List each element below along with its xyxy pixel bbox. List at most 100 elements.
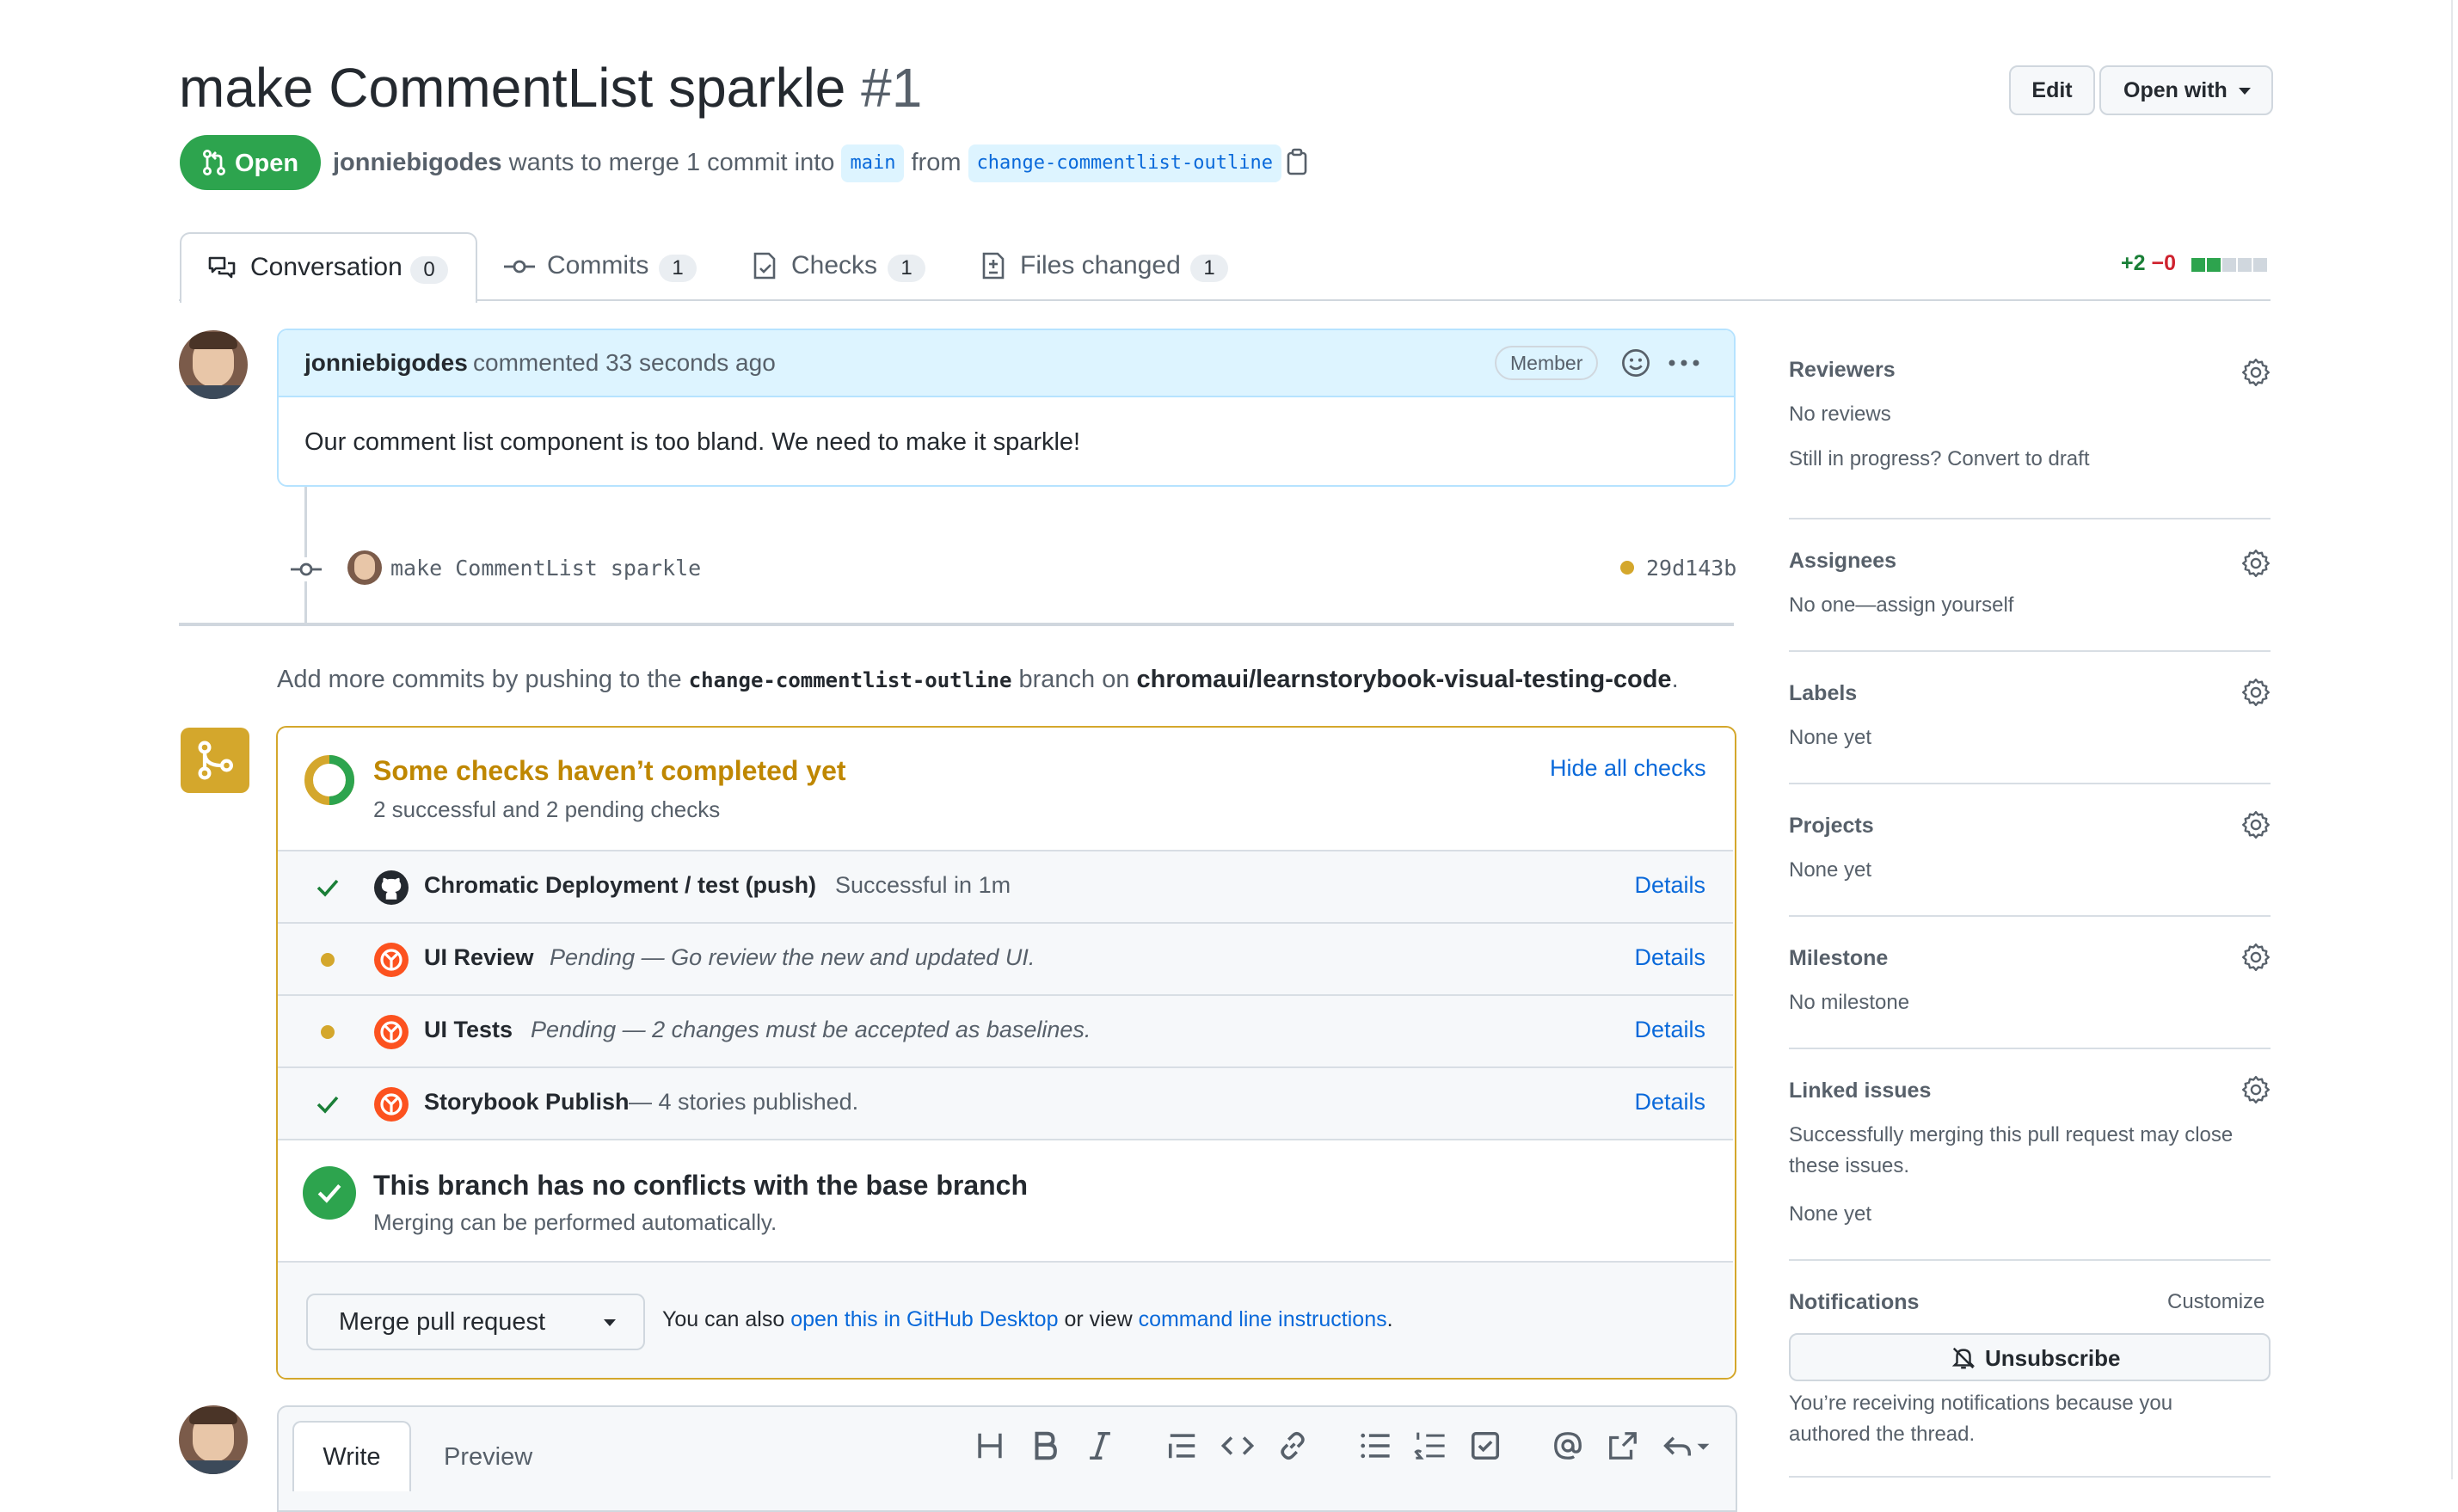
customize-notifications-link[interactable]: Customize: [2167, 1290, 2264, 1314]
bold-icon[interactable]: [1029, 1429, 1061, 1462]
hide-all-checks-link[interactable]: Hide all checks: [1550, 755, 1706, 782]
caret-down-icon: [604, 1319, 616, 1326]
merge-alt-middle: or view: [1064, 1307, 1133, 1331]
ordered-list-icon[interactable]: [1414, 1429, 1447, 1462]
merge-status-icon: [181, 728, 249, 793]
check-row: UI Tests Pending — 2 changes must be acc…: [278, 994, 1733, 1068]
check-details-link[interactable]: Details: [1634, 1017, 1705, 1043]
cross-reference-icon[interactable]: [1607, 1429, 1639, 1462]
tab-conversation[interactable]: Conversation 0: [180, 232, 477, 303]
check-name: Storybook Publish: [424, 1089, 630, 1115]
merge-pull-request-button[interactable]: Merge pull request: [306, 1294, 578, 1350]
check-description: Successful in 1m: [835, 872, 1011, 898]
pull-request-page: make CommentList sparkle #1 Edit Open wi…: [0, 0, 2458, 1512]
file-diff-icon: [982, 252, 1005, 280]
chromatic-icon: [374, 943, 409, 977]
checks-title: Some checks haven’t completed yet: [373, 755, 846, 786]
head-branch-label[interactable]: change-commentlist-outline: [968, 144, 1281, 182]
projects-gear-icon[interactable]: [2241, 810, 2271, 839]
preview-tab[interactable]: Preview: [444, 1443, 532, 1472]
base-branch-label[interactable]: main: [841, 144, 905, 182]
commit-author-avatar[interactable]: [347, 550, 382, 585]
check-details-link[interactable]: Details: [1634, 1089, 1705, 1116]
tab-files-changed[interactable]: Files changed 1: [980, 232, 1238, 301]
check-description: Pending — 2 changes must be accepted as …: [531, 1017, 1091, 1042]
git-commit-icon: [291, 557, 322, 581]
caret-down-icon: [2239, 88, 2251, 95]
tab-checks[interactable]: Checks 1: [752, 232, 932, 301]
pending-dot-icon: [321, 1025, 335, 1039]
assignees-gear-icon[interactable]: [2241, 549, 2271, 578]
check-name: UI Tests: [424, 1017, 513, 1042]
labels-gear-icon[interactable]: [2241, 678, 2271, 707]
reviewers-gear-icon[interactable]: [2241, 358, 2271, 387]
git-commit-icon: [504, 260, 535, 274]
reply-icon[interactable]: [1662, 1429, 1713, 1462]
convert-to-draft-link[interactable]: Still in progress? Convert to draft: [1789, 447, 2090, 471]
commit-sha-link[interactable]: 29d143b: [1646, 556, 1736, 581]
github-icon: [374, 870, 409, 905]
notifications-heading: Notifications: [1789, 1290, 1920, 1314]
write-tab[interactable]: Write: [292, 1421, 411, 1491]
repo-link[interactable]: chromaui/learnstorybook-visual-testing-c…: [1137, 666, 1672, 693]
edit-button[interactable]: Edit: [2009, 65, 2095, 115]
quote-icon[interactable]: [1166, 1429, 1199, 1462]
sidebar-divider: [1789, 518, 2271, 519]
italic-icon[interactable]: [1084, 1429, 1116, 1462]
check-details-link[interactable]: Details: [1634, 944, 1705, 971]
commit-message-link[interactable]: make CommentList sparkle: [390, 556, 701, 581]
reviewers-heading: Reviewers: [1789, 358, 1896, 382]
unsubscribe-button[interactable]: Unsubscribe: [1789, 1333, 2271, 1381]
copy-icon[interactable]: [1285, 148, 1309, 175]
unordered-list-icon[interactable]: [1359, 1429, 1392, 1462]
tab-checks-label: Checks: [791, 251, 878, 280]
current-user-avatar[interactable]: [179, 1405, 248, 1474]
chromatic-icon: [374, 1015, 409, 1049]
task-list-icon[interactable]: [1469, 1429, 1502, 1462]
check-row: UI Review Pending — Go review the new an…: [278, 922, 1733, 996]
assign-yourself-link[interactable]: No one—assign yourself: [1789, 593, 2013, 618]
add-reaction-icon[interactable]: [1620, 347, 1651, 378]
command-line-instructions-link[interactable]: command line instructions: [1139, 1307, 1387, 1331]
notifications-reason: You’re receiving notifications because y…: [1789, 1392, 2173, 1415]
author-link[interactable]: jonniebigodes: [333, 149, 502, 176]
comment-box: jonniebigodes commented 33 seconds ago M…: [277, 329, 1736, 487]
push-hint-prefix: Add more commits by pushing to the: [277, 666, 682, 693]
tab-commits[interactable]: Commits 1: [504, 232, 702, 301]
merge-divider: [278, 1139, 1733, 1140]
checks-subtitle: 2 successful and 2 pending checks: [373, 796, 721, 822]
preview-tab-label: Preview: [444, 1443, 533, 1471]
tab-conversation-label: Conversation: [250, 253, 402, 281]
tab-commits-label: Commits: [547, 251, 649, 280]
linked-issues-gear-icon[interactable]: [2241, 1075, 2271, 1104]
heading-icon[interactable]: [974, 1429, 1006, 1462]
linked-issues-heading: Linked issues: [1789, 1079, 1932, 1103]
diffstat-removed: −0: [2151, 251, 2176, 275]
success-check-icon: [303, 1166, 356, 1220]
comment-header: jonniebigodes commented 33 seconds ago M…: [279, 330, 1734, 397]
comment-author[interactable]: jonniebigodes: [304, 349, 468, 377]
merge-alternatives: You can also open this in GitHub Desktop…: [662, 1307, 1393, 1332]
unsubscribe-label: Unsubscribe: [1985, 1345, 2121, 1371]
merge-method-dropdown[interactable]: [576, 1294, 645, 1350]
open-with-label: Open with: [2123, 78, 2228, 102]
open-in-desktop-link[interactable]: open this in GitHub Desktop: [790, 1307, 1058, 1331]
comment-timestamp[interactable]: commented 33 seconds ago: [473, 349, 776, 377]
milestone-value: No milestone: [1789, 991, 1910, 1014]
sidebar-divider: [1789, 783, 2271, 784]
code-icon[interactable]: [1221, 1429, 1254, 1462]
avatar[interactable]: [179, 330, 248, 399]
check-details-link[interactable]: Details: [1634, 872, 1705, 899]
kebab-menu-icon[interactable]: [1667, 354, 1701, 372]
tab-commits-count: 1: [659, 255, 697, 282]
sidebar-divider: [1789, 1048, 2271, 1049]
pending-status-dot[interactable]: [1620, 561, 1634, 575]
open-with-button[interactable]: Open with: [2099, 65, 2273, 115]
timeline-divider: [179, 623, 1734, 626]
mention-icon[interactable]: [1552, 1429, 1584, 1462]
milestone-gear-icon[interactable]: [2241, 943, 2271, 972]
pull-request-icon: [203, 150, 225, 175]
check-description: Pending — Go review the new and updated …: [550, 944, 1035, 970]
scrollbar-track[interactable]: [2451, 0, 2453, 1479]
link-icon[interactable]: [1276, 1429, 1309, 1462]
